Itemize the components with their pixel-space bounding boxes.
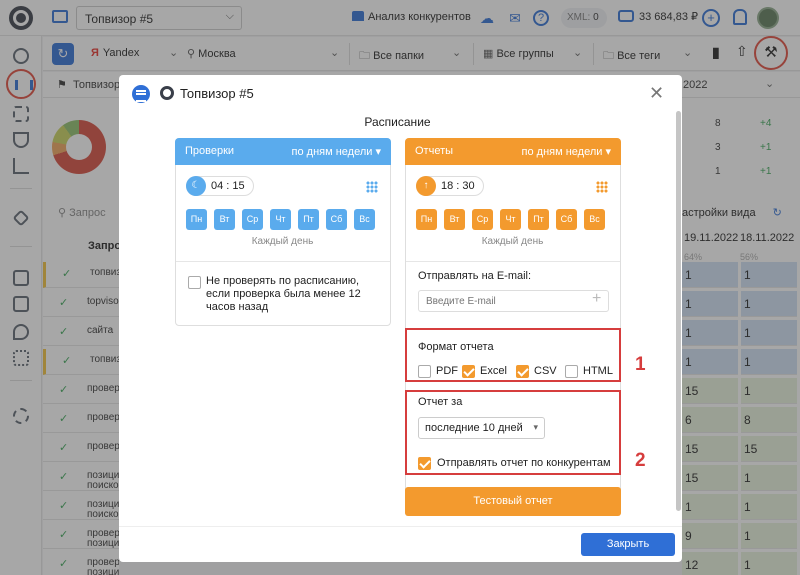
annotation-box-period [405, 390, 621, 475]
modal-footer: Закрыть [119, 526, 682, 562]
reports-title: Отчеты [415, 145, 454, 157]
menu-icon[interactable] [132, 85, 150, 103]
topvisor-logo-icon [160, 86, 174, 100]
skip-recent-checkbox[interactable] [188, 276, 201, 289]
close-button[interactable]: Закрыть [581, 533, 675, 556]
day-toggle-reports[interactable]: Ср [472, 209, 493, 230]
day-toggle-checks[interactable]: Пт [298, 209, 319, 230]
moon-icon: ☾ [186, 176, 206, 196]
reports-mode-value: по дням недели [521, 146, 603, 158]
checks-card: Проверки по дням недели ▾ ☾ 04 : 15 Пн Вт… [175, 138, 391, 326]
skip-recent-label: Не проверять по расписанию, если проверк… [206, 275, 361, 313]
modal-header: Топвизор #5 ✕ [119, 75, 682, 111]
annotation-number-2: 2 [635, 450, 646, 471]
sun-icon: ↑ [416, 176, 436, 196]
schedule-modal: Топвизор #5 ✕ Расписание Проверки по дня… [119, 75, 682, 562]
day-toggle-checks[interactable]: Вс [354, 209, 375, 230]
section-title: Расписание [364, 115, 431, 129]
scrollbar-thumb[interactable] [676, 111, 681, 511]
close-icon[interactable]: ✕ [649, 83, 664, 104]
caret-down-icon: ▾ [375, 146, 381, 158]
day-toggle-checks[interactable]: Вт [214, 209, 235, 230]
calendar-grid-icon[interactable] [596, 181, 608, 193]
reports-time-input[interactable]: ↑ 18 : 30 [416, 176, 484, 196]
checks-time-value: 04 : 15 [211, 180, 245, 192]
day-toggle-checks[interactable]: Ср [242, 209, 263, 230]
checks-time-input[interactable]: ☾ 04 : 15 [186, 176, 254, 196]
day-toggle-reports[interactable]: Сб [556, 209, 577, 230]
checks-mode-value: по дням недели [291, 146, 373, 158]
day-toggle-checks[interactable]: Чт [270, 209, 291, 230]
divider [176, 261, 390, 262]
email-label: Отправлять на E-mail: [418, 270, 532, 282]
annotation-box-format [405, 328, 621, 382]
annotation-number-1: 1 [635, 354, 646, 375]
divider [406, 261, 620, 262]
reports-card-header: Отчеты по дням недели ▾ [405, 138, 621, 165]
modal-title: Топвизор #5 [180, 86, 254, 101]
reports-mode-select[interactable]: по дням недели ▾ [522, 145, 611, 158]
add-email-icon[interactable]: + [592, 290, 601, 308]
reports-every-day-label: Каждый день [481, 236, 544, 247]
test-report-button[interactable]: Тестовый отчет [405, 487, 621, 516]
day-toggle-reports[interactable]: Пт [528, 209, 549, 230]
day-toggle-checks[interactable]: Пн [186, 209, 207, 230]
caret-down-icon: ▾ [605, 146, 611, 158]
day-toggle-reports[interactable]: Вс [584, 209, 605, 230]
checks-title: Проверки [185, 145, 235, 157]
checks-every-day-label: Каждый день [251, 236, 314, 247]
day-toggle-reports[interactable]: Пн [416, 209, 437, 230]
reports-time-value: 18 : 30 [441, 180, 475, 192]
day-toggle-checks[interactable]: Сб [326, 209, 347, 230]
email-input[interactable] [418, 290, 609, 312]
calendar-grid-icon[interactable] [366, 181, 378, 193]
day-toggle-reports[interactable]: Вт [444, 209, 465, 230]
checks-mode-select[interactable]: по дням недели ▾ [292, 145, 381, 158]
checks-card-header: Проверки по дням недели ▾ [175, 138, 391, 165]
day-toggle-reports[interactable]: Чт [500, 209, 521, 230]
modal-scrollbar[interactable] [676, 111, 681, 551]
